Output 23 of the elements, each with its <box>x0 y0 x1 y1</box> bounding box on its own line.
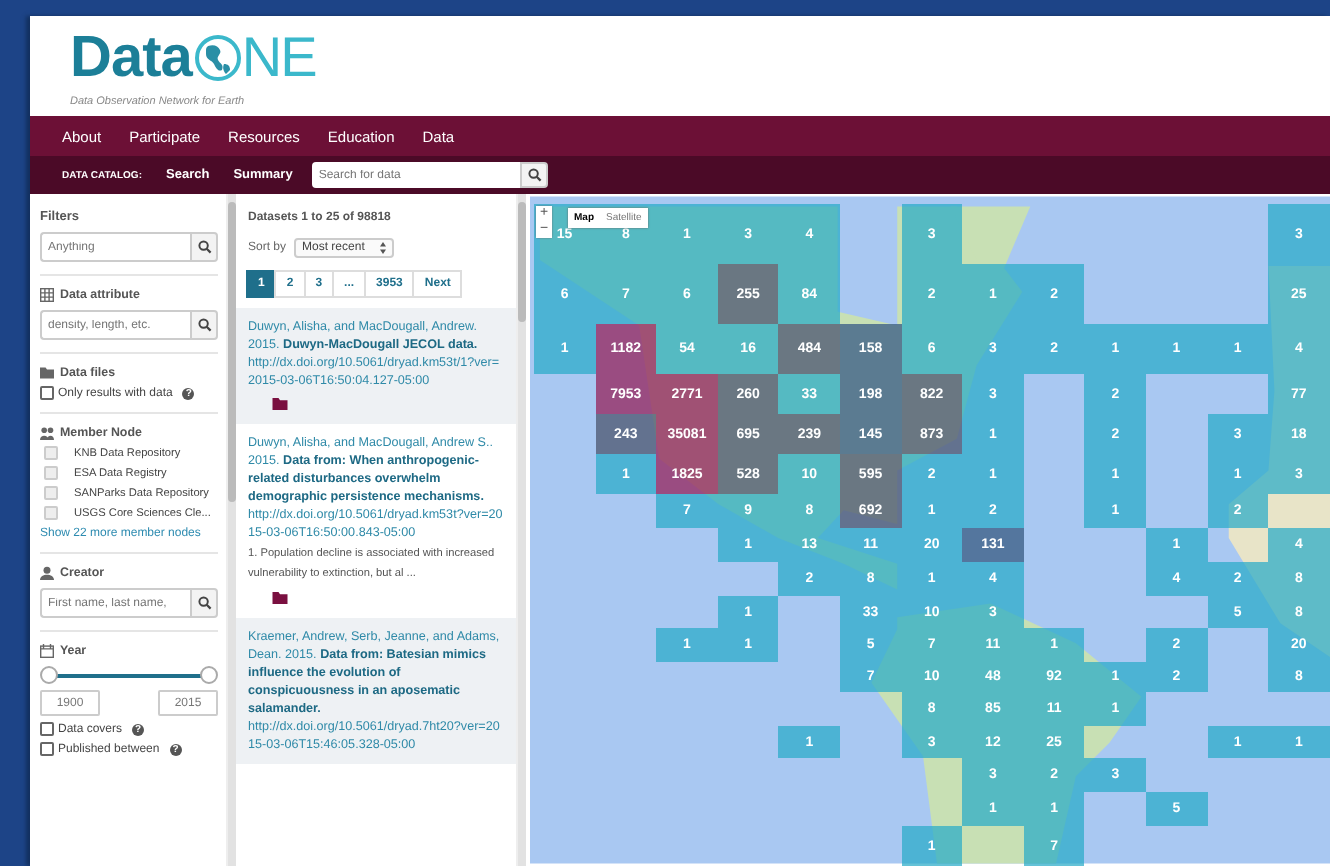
checkbox[interactable] <box>40 742 54 756</box>
slider-handle[interactable] <box>200 666 218 684</box>
search-icon <box>197 318 211 332</box>
search-button[interactable] <box>520 162 549 188</box>
person-icon <box>40 566 54 580</box>
slider-handle[interactable] <box>40 666 58 684</box>
search-icon <box>527 168 542 182</box>
search-button[interactable] <box>190 232 218 262</box>
logo-text: Data <box>70 28 192 88</box>
search-icon <box>197 240 211 254</box>
calendar-icon <box>40 644 54 658</box>
search-button[interactable] <box>190 310 218 340</box>
checkbox[interactable] <box>40 722 54 736</box>
people-icon <box>40 426 54 440</box>
caret-icon <box>380 242 387 254</box>
search-icon <box>197 596 211 610</box>
table-icon <box>40 288 54 302</box>
logo-text: NE <box>241 28 316 88</box>
scrollbar[interactable] <box>516 194 526 866</box>
folder-icon <box>40 366 54 380</box>
globe-icon <box>193 34 242 82</box>
search-button[interactable] <box>190 588 218 618</box>
checkbox[interactable] <box>40 386 54 400</box>
